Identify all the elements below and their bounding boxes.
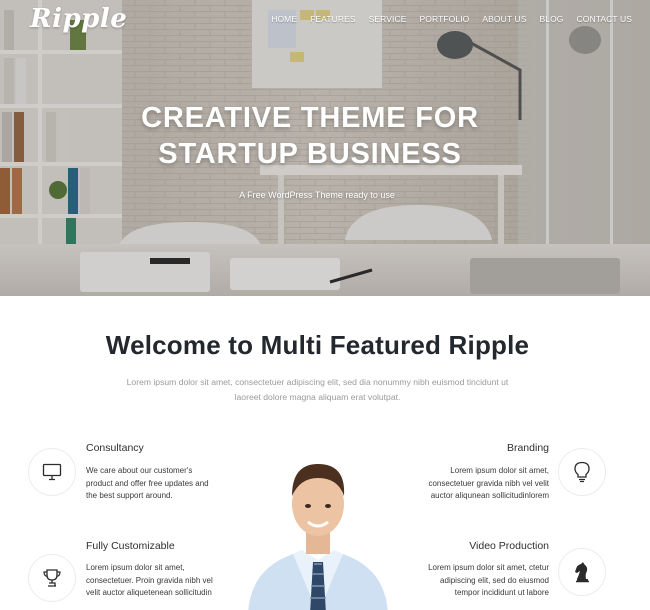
hero-section: Ripple HOME FEATURES SERVICE PORTFOLIO A… xyxy=(0,0,650,296)
businessman-image xyxy=(248,464,388,610)
feature-text-consultancy: We care about our customer's product and… xyxy=(86,466,209,501)
hero-subtitle: A Free WordPress Theme ready to use xyxy=(239,190,395,200)
hero-title-line-1: CREATIVE THEME FOR xyxy=(141,102,479,134)
feature-title-consultancy: Consultancy xyxy=(86,442,144,454)
main-navigation: HOME FEATURES SERVICE PORTFOLIO ABOUT US… xyxy=(258,14,632,24)
feature-title-video-production: Video Production xyxy=(469,540,549,552)
feature-text-customizable: Lorem ipsum dolor sit amet, consectetuer… xyxy=(86,563,213,598)
welcome-title: Welcome to Multi Featured Ripple xyxy=(105,330,530,360)
welcome-text: Lorem ipsum dolor sit amet, consectetuer… xyxy=(126,377,509,402)
monitor-icon xyxy=(28,448,76,496)
nav-blog[interactable]: BLOG xyxy=(540,14,564,24)
feature-title-customizable: Fully Customizable xyxy=(86,540,175,552)
nav-contact-us[interactable]: CONTACT US xyxy=(577,14,632,24)
site-logo[interactable]: Ripple xyxy=(30,4,127,34)
nav-home[interactable]: HOME xyxy=(271,14,297,24)
nav-features[interactable]: FEATURES xyxy=(310,14,356,24)
chess-knight-icon xyxy=(558,548,606,596)
lightbulb-icon xyxy=(558,448,606,496)
trophy-icon xyxy=(28,554,76,602)
feature-title-branding: Branding xyxy=(506,442,549,454)
hero-title-line-2: STARTUP BUSINESS xyxy=(158,138,462,170)
nav-service[interactable]: SERVICE xyxy=(369,14,407,24)
nav-portfolio[interactable]: PORTFOLIO xyxy=(420,14,470,24)
nav-about-us[interactable]: ABOUT US xyxy=(482,14,526,24)
hero-title: CREATIVE THEME FOR STARTUP BUSINESS xyxy=(0,100,620,172)
feature-text-branding: Lorem ipsum dolor sit amet, consectetuer… xyxy=(428,466,549,501)
feature-text-video-production: Lorem ipsum dolor sit amet, ctetur adipi… xyxy=(428,563,549,598)
